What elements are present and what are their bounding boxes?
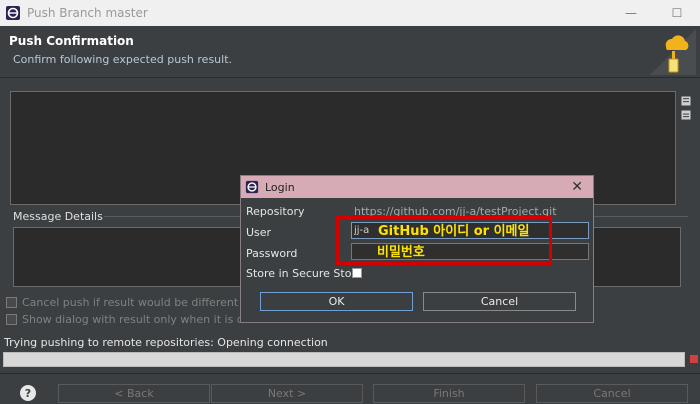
cancel-push-label: Cancel push if result would be different… xyxy=(22,296,277,309)
back-button[interactable]: < Back xyxy=(58,384,210,403)
cancel-button[interactable]: Cancel xyxy=(536,384,688,403)
user-label: User xyxy=(246,226,272,239)
eclipse-app-icon xyxy=(245,180,259,194)
login-cancel-button[interactable]: Cancel xyxy=(423,292,576,311)
annotation-password-hint: 비밀번호 xyxy=(377,245,425,260)
show-dialog-checkbox[interactable] xyxy=(6,314,17,325)
expand-all-icon[interactable] xyxy=(681,96,691,106)
push-cloud-icon xyxy=(650,29,696,75)
wizard-header: Push Confirmation Confirm following expe… xyxy=(0,26,700,78)
show-dialog-label: Show dialog with result only when it is … xyxy=(22,313,273,326)
store-secure-checkbox[interactable] xyxy=(352,268,362,278)
repository-label: Repository xyxy=(246,205,305,218)
eclipse-app-icon xyxy=(6,6,20,20)
password-label: Password xyxy=(246,247,298,260)
collapse-all-icon[interactable] xyxy=(681,110,691,120)
wizard-button-bar: ? < Back Next > Finish Cancel xyxy=(0,373,700,404)
progress-bar xyxy=(3,352,685,367)
minimize-button[interactable]: — xyxy=(608,0,654,26)
window-titlebar: Push Branch master — ☐ xyxy=(0,0,700,26)
message-details-label: Message Details xyxy=(12,210,104,223)
annotation-user-hint: GitHub 아이디 or 이메일 xyxy=(378,224,530,239)
maximize-button[interactable]: ☐ xyxy=(654,0,700,26)
status-message: Trying pushing to remote repositories: O… xyxy=(4,336,328,349)
page-title: Push Confirmation xyxy=(9,34,134,48)
ok-button[interactable]: OK xyxy=(260,292,413,311)
stop-icon[interactable] xyxy=(690,355,698,363)
page-subtitle: Confirm following expected push result. xyxy=(13,53,233,66)
cancel-push-checkbox[interactable] xyxy=(6,297,17,308)
show-dialog-option[interactable]: Show dialog with result only when it is … xyxy=(6,313,272,326)
login-dialog-title: Login xyxy=(265,180,295,194)
close-icon[interactable]: ✕ xyxy=(571,179,583,195)
store-secure-label: Store in Secure Store xyxy=(246,267,363,280)
help-icon[interactable]: ? xyxy=(20,385,36,401)
cancel-push-option[interactable]: Cancel push if result would be different… xyxy=(6,296,277,309)
login-dialog-titlebar: Login ✕ xyxy=(241,176,593,198)
finish-button[interactable]: Finish xyxy=(373,384,525,403)
next-button[interactable]: Next > xyxy=(211,384,363,403)
window-title: Push Branch master xyxy=(27,6,148,20)
